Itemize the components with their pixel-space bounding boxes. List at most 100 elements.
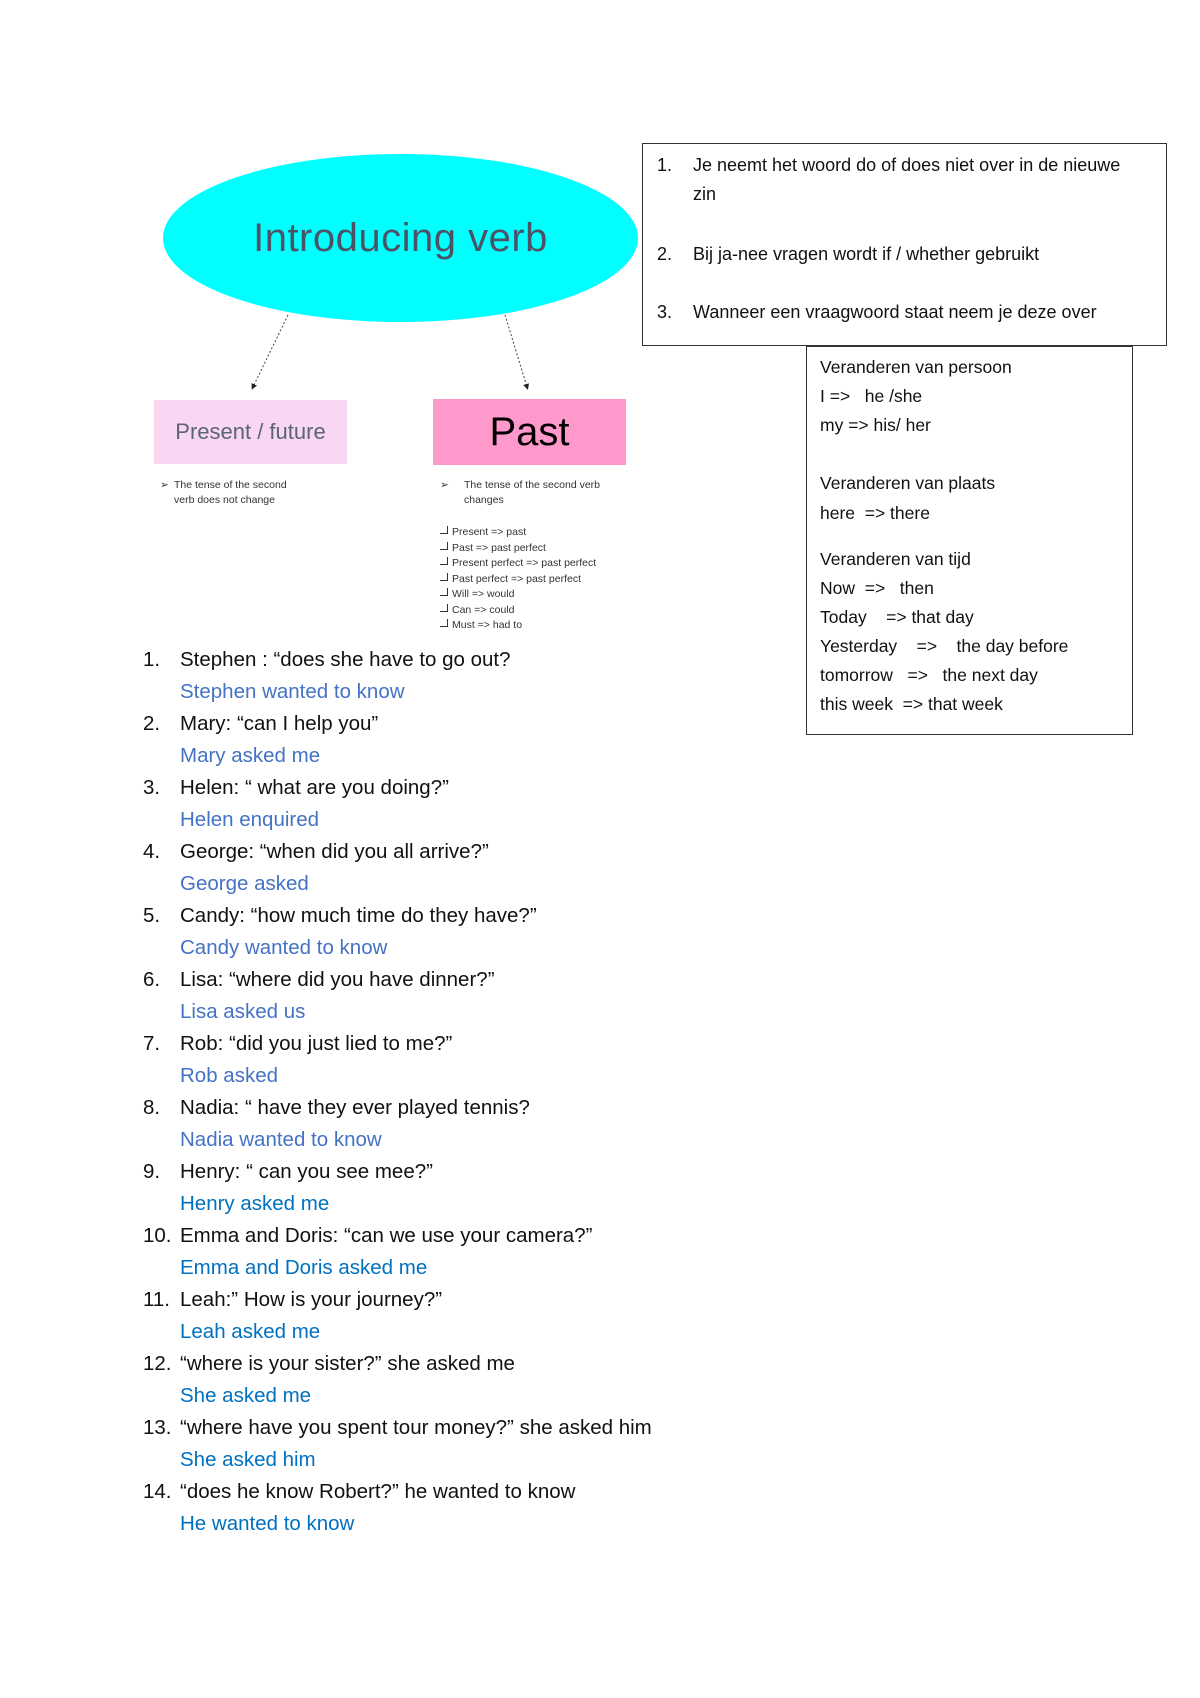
exercise-answer: She asked me xyxy=(180,1384,312,1407)
checkbox-bullet-icon xyxy=(440,572,448,581)
exercise-answer: Leah asked me xyxy=(180,1320,321,1343)
tense-rule: Present => past xyxy=(440,525,650,541)
exercise-question: 2. Mary: “can I help you” xyxy=(143,708,843,740)
present-future-node: Present / future xyxy=(154,400,347,464)
exercise-number: 11. xyxy=(143,1288,170,1311)
present-note-line: The tense of the second xyxy=(174,479,287,491)
checkbox-bullet-icon xyxy=(440,541,448,550)
exercise-number: 6. xyxy=(143,968,161,991)
exercise-question-text: Candy: “how much time do they have?” xyxy=(180,904,537,927)
arrow-to-past xyxy=(504,314,529,390)
exercise-answer: He wanted to know xyxy=(180,1512,355,1535)
exercise-number: 12. xyxy=(143,1352,172,1375)
past-node: Past xyxy=(433,399,626,465)
exercise-question: 3. Helen: “ what are you doing?” xyxy=(143,772,843,804)
rule-number: 3. xyxy=(657,302,673,322)
exercise-question-text: Nadia: “ have they ever played tennis? xyxy=(180,1096,530,1119)
tense-rule: Can => could xyxy=(440,603,650,619)
tense-rule-text: Must => had to xyxy=(452,619,523,631)
present-future-note: ➢ The tense of the second verb does not c… xyxy=(160,478,350,508)
exercise-question: 6. Lisa: “where did you have dinner?” xyxy=(143,964,843,996)
exercise-question: 9. Henry: “ can you see mee?” xyxy=(143,1156,843,1188)
exercise-question-text: Henry: “ can you see mee?” xyxy=(180,1160,433,1183)
exercise-answer: Rob asked xyxy=(180,1064,279,1087)
exercise-question-text: Lisa: “where did you have dinner?” xyxy=(180,968,495,991)
tense-rule: Past perfect => past perfect xyxy=(440,572,650,588)
past-note-line: changes xyxy=(464,494,504,506)
exercise-item: 10. Emma and Doris: “can we use your came… xyxy=(143,1220,843,1284)
tense-rule-text: Will => would xyxy=(452,588,515,600)
exercise-number: 1. xyxy=(143,648,161,671)
change-line: Today => that day xyxy=(820,607,974,627)
exercise-number: 9. xyxy=(143,1160,161,1183)
exercise-question: 1. Stephen : “does she have to go out? xyxy=(143,644,843,676)
introducing-verb-label: Introducing verb xyxy=(253,215,548,260)
exercise-item: 7. Rob: “did you just lied to me?” Rob ask… xyxy=(143,1028,843,1092)
checkbox-bullet-icon xyxy=(440,588,448,596)
exercise-question: 14. “does he know Robert?” he wanted to k… xyxy=(143,1476,843,1508)
exercise-list: 1. Stephen : “does she have to go out? Ste… xyxy=(143,644,843,1540)
rule-text: Bij ja-nee vragen wordt if / whether geb… xyxy=(693,244,1040,264)
exercise-answer: Stephen wanted to know xyxy=(180,680,405,703)
exercise-number: 10. xyxy=(143,1224,172,1247)
section-heading-time: Veranderen van tijd xyxy=(820,549,971,569)
rule-number: 1. xyxy=(657,155,673,175)
checkbox-bullet-icon xyxy=(440,557,448,565)
exercise-question: 10. Emma and Doris: “can we use your came… xyxy=(143,1220,843,1252)
exercise-question-text: Stephen : “does she have to go out? xyxy=(180,648,511,671)
change-line: my => his/ her xyxy=(820,415,931,435)
exercise-question: 7. Rob: “did you just lied to me?” xyxy=(143,1028,843,1060)
rule-item: 1. Je neemt het woord do of does niet ove… xyxy=(657,151,1152,209)
exercise-question-text: “does he know Robert?” he wanted to know xyxy=(180,1480,576,1503)
exercise-question: 4. George: “when did you all arrive?” xyxy=(143,836,843,868)
exercise-item: 4. George: “when did you all arrive?” Geor… xyxy=(143,836,843,900)
change-line: here => there xyxy=(820,503,930,523)
tense-rule-text: Past => past perfect xyxy=(452,541,546,554)
present-future-label: Present / future xyxy=(175,419,326,444)
exercise-answer: Henry asked me xyxy=(180,1192,330,1215)
exercise-item: 6. Lisa: “where did you have dinner?” Lisa… xyxy=(143,964,843,1028)
exercise-number: 2. xyxy=(143,712,161,735)
exercise-number: 3. xyxy=(143,776,161,799)
exercise-answer: Nadia wanted to know xyxy=(180,1128,382,1151)
checkbox-bullet-icon xyxy=(440,603,448,612)
exercise-answer: Candy wanted to know xyxy=(180,936,388,959)
arrow-to-present xyxy=(251,314,289,390)
exercise-number: 8. xyxy=(143,1096,161,1119)
exercise-number: 7. xyxy=(143,1032,161,1055)
exercise-item: 1. Stephen : “does she have to go out? Ste… xyxy=(143,644,843,708)
exercise-question: 13. “where have you spent tour money?” sh… xyxy=(143,1412,843,1444)
exercise-answer: Helen enquired xyxy=(180,808,320,831)
arrow-bullet-icon: ➢ xyxy=(160,479,169,491)
exercise-question: 5. Candy: “how much time do they have?” xyxy=(143,900,843,932)
exercise-answer: She asked him xyxy=(180,1448,316,1471)
exercise-question-text: George: “when did you all arrive?” xyxy=(180,840,489,863)
exercise-question-text: “where have you spent tour money?” she a… xyxy=(180,1416,652,1439)
tense-rule-text: Present => past xyxy=(452,526,527,538)
rule-number: 2. xyxy=(657,244,673,264)
exercise-question-text: Leah:” How is your journey?” xyxy=(180,1288,443,1311)
tense-rule: Present perfect => past perfect xyxy=(440,556,650,572)
exercise-answer: Emma and Doris asked me xyxy=(180,1256,428,1279)
exercise-question-text: Rob: “did you just lied to me?” xyxy=(180,1032,453,1055)
exercise-item: 13. “where have you spent tour money?” sh… xyxy=(143,1412,843,1476)
tense-rule-text: Past perfect => past perfect xyxy=(452,572,581,585)
exercise-item: 2. Mary: “can I help you” Mary asked me xyxy=(143,708,843,772)
tense-rule: Past => past perfect xyxy=(440,541,650,557)
exercise-item: 14. “does he know Robert?” he wanted to k… xyxy=(143,1476,843,1540)
rule-item: 3. Wanneer een vraagwoord staat neem je d… xyxy=(657,298,1152,327)
exercise-question: 12. “where is your sister?” she asked me xyxy=(143,1348,843,1380)
arrow-bullet-icon: ➢ xyxy=(440,479,449,491)
rules-box: 1. Je neemt het woord do of does niet ove… xyxy=(642,143,1167,346)
checkbox-bullet-icon xyxy=(440,619,448,627)
change-line: this week => that week xyxy=(820,694,1003,714)
rule-text: Je neemt het woord do of does niet over … xyxy=(693,155,1121,204)
exercise-item: 5. Candy: “how much time do they have?” Ca… xyxy=(143,900,843,964)
exercise-question: 11. Leah:” How is your journey?” xyxy=(143,1284,843,1316)
rule-item: 2. Bij ja-nee vragen wordt if / whether g… xyxy=(657,240,1152,269)
checkbox-bullet-icon xyxy=(440,526,448,534)
exercise-answer: Mary asked me xyxy=(180,744,321,767)
change-line: I => he /she xyxy=(820,386,923,406)
section-heading-person: Veranderen van persoon xyxy=(820,357,1012,377)
exercise-item: 3. Helen: “ what are you doing?” Helen enq… xyxy=(143,772,843,836)
